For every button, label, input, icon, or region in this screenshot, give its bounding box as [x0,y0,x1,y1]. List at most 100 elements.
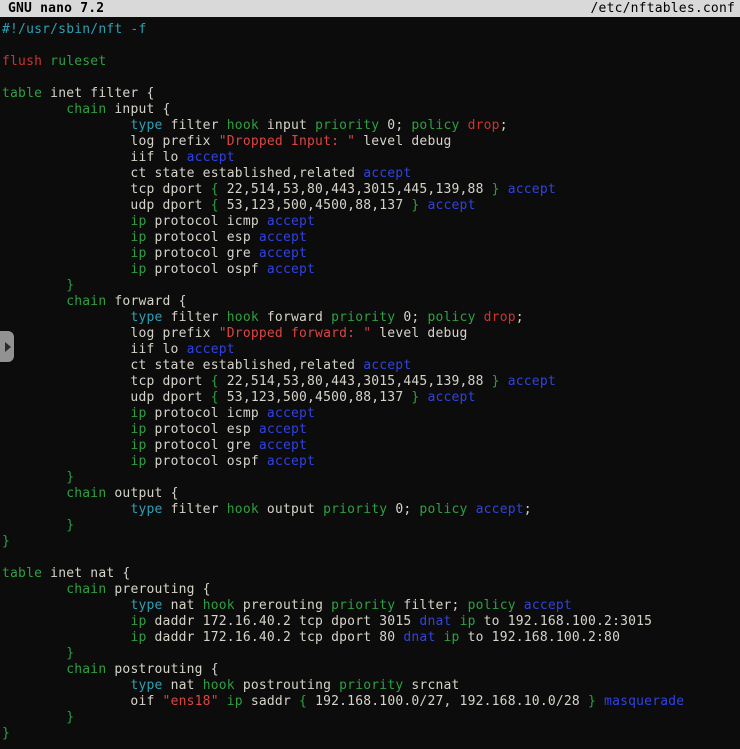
code-token [500,374,508,389]
code-token: ct state established,related [2,166,363,181]
code-token: ; [516,310,524,325]
code-token: accept [508,182,556,197]
code-line: } [2,518,740,534]
code-line: type nat hook postrouting priority srcna… [2,678,740,694]
code-token: chain [66,102,106,117]
code-line: chain forward { [2,294,740,310]
code-token [2,582,66,597]
code-line: } [2,534,740,550]
code-token: drop [468,118,500,133]
code-token: protocol icmp [147,214,267,229]
code-token [2,454,130,469]
code-token [219,694,227,709]
code-line: table inet nat { [2,566,740,582]
code-token: priority [323,502,387,517]
code-token: ip [444,630,460,645]
code-token: udp dport [2,390,211,405]
code-token: srcnat [403,678,459,693]
code-token: chain [66,662,106,677]
code-token: ip [130,614,146,629]
code-line: iif lo accept [2,342,740,358]
code-token: output [259,502,323,517]
code-token: { [211,182,219,197]
code-token: ip [460,614,476,629]
code-token [2,502,130,517]
code-token [468,502,476,517]
code-line: flush ruleset [2,54,740,70]
terminal-window: GNU nano 7.2 /etc/nftables.conf #!/usr/s… [0,0,740,749]
code-line: table inet filter { [2,86,740,102]
code-token: accept [363,166,411,181]
code-line: } [2,646,740,662]
code-token: forward { [106,294,186,309]
code-token: accept [187,342,235,357]
code-token: type [130,678,162,693]
code-line: udp dport { 53,123,500,4500,88,137 } acc… [2,390,740,406]
code-token: ip [130,630,146,645]
code-token: chain [66,294,106,309]
code-token: accept [187,150,235,165]
code-token [2,246,130,261]
code-token: type [130,502,162,517]
code-token: 53,123,500,4500,88,137 [219,198,412,213]
code-token: protocol gre [147,246,259,261]
code-token: protocol ospf [147,454,267,469]
code-token: masquerade [604,694,684,709]
code-token: protocol ospf [147,262,267,277]
app-version-label: GNU nano 7.2 [8,0,104,17]
code-line: tcp dport { 22,514,53,80,443,3015,445,13… [2,374,740,390]
code-token [2,470,66,485]
code-token: type [130,118,162,133]
code-line: chain input { [2,102,740,118]
code-token: ; [524,502,532,517]
code-token [596,694,604,709]
code-line: } [2,710,740,726]
code-token: inet nat { [42,566,130,581]
code-token: { [299,694,307,709]
code-token: level debug [355,134,451,149]
code-line: chain prerouting { [2,582,740,598]
code-token [476,310,484,325]
code-token: forward [259,310,331,325]
code-token: } [2,726,10,741]
code-line: ip protocol gre accept [2,438,740,454]
code-token: iif lo [2,150,187,165]
nano-titlebar: GNU nano 7.2 /etc/nftables.conf [0,0,740,17]
code-token: ip [130,422,146,437]
code-token [2,102,66,117]
code-line: log prefix "Dropped forward: " level deb… [2,326,740,342]
code-token: type [130,598,162,613]
code-token: accept [508,374,556,389]
code-token: prerouting [235,598,331,613]
editor-buffer[interactable]: #!/usr/sbin/nft -fflush rulesettable ine… [0,17,740,742]
code-token: hook [227,310,259,325]
code-token: input [259,118,315,133]
code-token: type [130,310,162,325]
code-line: udp dport { 53,123,500,4500,88,137 } acc… [2,198,740,214]
code-token [42,54,50,69]
code-token [2,438,130,453]
code-token: ruleset [50,54,106,69]
code-token: protocol esp [147,230,259,245]
code-token: saddr [243,694,299,709]
code-token: accept [427,390,475,405]
code-token: } [66,646,74,661]
code-token: ip [130,406,146,421]
code-token: tcp dport [2,374,211,389]
code-token: chain [66,486,106,501]
code-token [2,518,66,533]
code-token: accept [259,422,307,437]
code-token: filter [163,502,227,517]
code-line: type filter hook output priority 0; poli… [2,502,740,518]
code-token: udp dport [2,198,211,213]
code-line: ip protocol icmp accept [2,406,740,422]
code-token [2,614,130,629]
code-line: ip protocol ospf accept [2,262,740,278]
code-token: } [588,694,596,709]
code-token [2,422,130,437]
side-panel-toggle[interactable] [0,331,14,362]
code-token: } [66,518,74,533]
code-token: accept [259,246,307,261]
code-line: type filter hook input priority 0; polic… [2,118,740,134]
code-token: hook [203,678,235,693]
